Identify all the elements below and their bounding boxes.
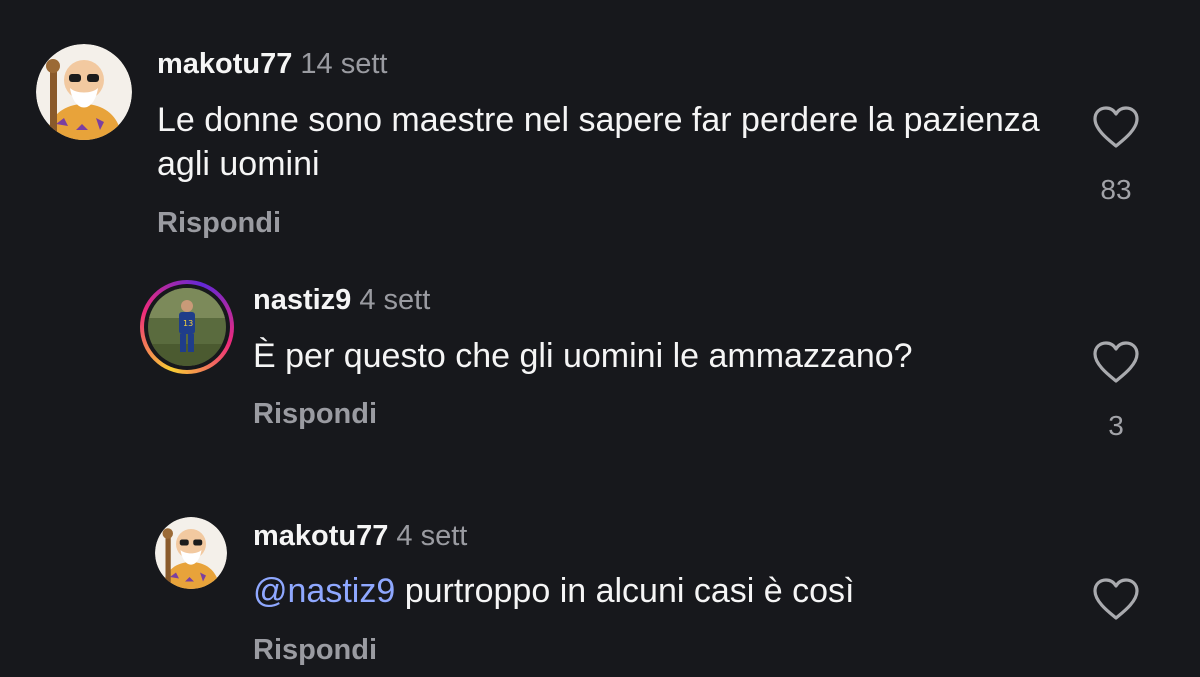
reply-button[interactable]: Rispondi	[157, 206, 281, 240]
username[interactable]: makotu77	[253, 520, 388, 552]
like-button[interactable]	[1089, 104, 1143, 150]
reply-button[interactable]: Rispondi	[253, 633, 377, 667]
roshi-avatar-icon	[155, 517, 227, 589]
mention-link[interactable]: @nastiz9	[253, 572, 395, 610]
comment-body: È per questo che gli uomini le ammazzano…	[253, 337, 913, 375]
username[interactable]: nastiz9	[253, 284, 351, 316]
comment-body: Le donne sono maestre nel sapere far per…	[157, 101, 1040, 183]
comment-header: makotu77 14 sett	[157, 47, 387, 81]
comment-header: nastiz9 4 sett	[253, 283, 430, 317]
heart-icon	[1093, 578, 1139, 620]
like-count: 83	[1100, 174, 1132, 205]
heart-icon	[1093, 341, 1139, 383]
story-ring[interactable]: 13	[140, 280, 234, 374]
timestamp: 14 sett	[300, 48, 388, 80]
football-player-avatar-icon: 13	[148, 288, 226, 366]
timestamp: 4 sett	[359, 284, 431, 316]
comment-body: purtroppo in alcuni casi è così	[395, 572, 855, 610]
username[interactable]: makotu77	[157, 48, 292, 80]
reply-button[interactable]: Rispondi	[253, 397, 377, 431]
user-avatar[interactable]	[155, 517, 227, 589]
user-avatar: 13	[148, 288, 226, 366]
like-button[interactable]	[1089, 576, 1143, 622]
like-button[interactable]	[1089, 339, 1143, 385]
comment-text: Le donne sono maestre nel sapere far per…	[157, 98, 1057, 186]
comment-text: È per questo che gli uomini le ammazzano…	[253, 334, 1153, 378]
heart-icon	[1093, 106, 1139, 148]
svg-text:13: 13	[183, 319, 193, 328]
user-avatar[interactable]	[36, 44, 132, 140]
comment-header: makotu77 4 sett	[253, 519, 467, 553]
timestamp: 4 sett	[396, 520, 468, 552]
roshi-avatar-icon	[36, 44, 132, 140]
like-count: 3	[1108, 410, 1124, 441]
comment-text: @nastiz9 purtroppo in alcuni casi è così	[253, 569, 1153, 613]
